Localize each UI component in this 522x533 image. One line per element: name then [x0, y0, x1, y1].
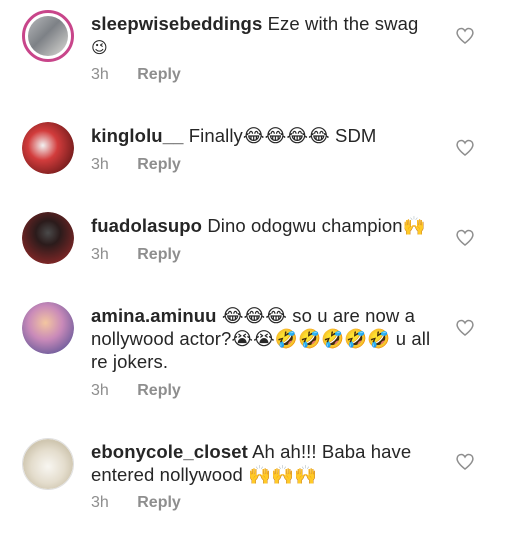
comment-meta: 3h Reply: [91, 156, 181, 174]
avatar[interactable]: [22, 438, 74, 490]
comment-username[interactable]: kinglolu__: [91, 125, 184, 146]
comment-time: 3h: [91, 156, 109, 173]
comment-meta: 3h Reply: [91, 494, 181, 512]
reply-button[interactable]: Reply: [137, 66, 181, 83]
heart-outline-icon[interactable]: [455, 26, 475, 46]
comment-text: ebonycole_closet Ah ah!!! Baba have ente…: [91, 440, 436, 486]
reply-button[interactable]: Reply: [137, 246, 181, 263]
heart-outline-icon[interactable]: [455, 318, 475, 338]
heart-outline-icon[interactable]: [455, 138, 475, 158]
avatar[interactable]: [22, 10, 74, 62]
comment-body: Finally😂😂😂😂 SDM: [188, 125, 377, 146]
avatar[interactable]: [22, 122, 74, 174]
comment-body: Eze with the swag: [267, 13, 419, 34]
comment-meta: 3h Reply: [91, 66, 181, 84]
comment-meta: 3h Reply: [91, 382, 181, 400]
comment-text: sleepwisebeddings Eze with the swag 😉: [91, 12, 436, 60]
wink-emoji: 😉: [91, 40, 108, 57]
comment-time: 3h: [91, 494, 109, 511]
comment-time: 3h: [91, 66, 109, 83]
heart-outline-icon[interactable]: [455, 452, 475, 472]
reply-button[interactable]: Reply: [137, 494, 181, 511]
reply-button[interactable]: Reply: [137, 382, 181, 399]
reply-button[interactable]: Reply: [137, 156, 181, 173]
comment-time: 3h: [91, 382, 109, 399]
comment-username[interactable]: amina.aminuu: [91, 305, 217, 326]
comment-username[interactable]: fuadolasupo: [91, 215, 202, 236]
avatar[interactable]: [22, 302, 74, 354]
comment-username[interactable]: ebonycole_closet: [91, 441, 248, 462]
comment-text: amina.aminuu 😂😂😂 so u are now a nollywoo…: [91, 304, 436, 373]
comment-text: kinglolu__ Finally😂😂😂😂 SDM: [91, 124, 436, 147]
comment-meta: 3h Reply: [91, 246, 181, 264]
heart-outline-icon[interactable]: [455, 228, 475, 248]
comment-text: fuadolasupo Dino odogwu champion🙌: [91, 214, 436, 237]
comment-username[interactable]: sleepwisebeddings: [91, 13, 262, 34]
comment-time: 3h: [91, 246, 109, 263]
comment-body: Dino odogwu champion🙌: [207, 215, 426, 236]
avatar[interactable]: [22, 212, 74, 264]
